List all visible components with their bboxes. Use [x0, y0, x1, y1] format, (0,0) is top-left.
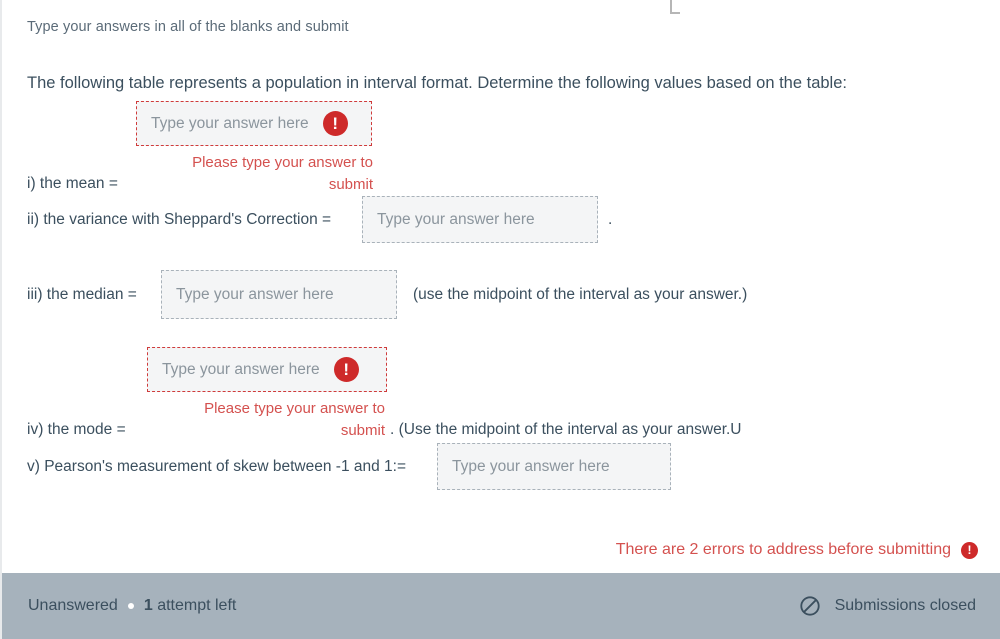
answer-blank-mean-placeholder: Type your answer here — [151, 114, 309, 132]
submissions-closed-label: Submissions closed — [834, 597, 976, 614]
question-label-mean: i) the mean = — [27, 175, 118, 192]
separator-dot-icon — [127, 603, 134, 609]
answer-blank-variance-placeholder: Type your answer here — [377, 210, 535, 228]
exclamation-circle-icon: ! — [333, 357, 359, 382]
exclamation-circle-icon: ! — [961, 541, 978, 559]
assignment-page: Type your answers in all of the blanks a… — [0, 0, 1000, 639]
attempts-remaining: 1 attempt left — [144, 597, 237, 615]
question-label-mode: iv) the mode = — [27, 421, 126, 438]
submissions-status-group: Submissions closed — [799, 595, 976, 617]
error-summary: There are 2 errors to address before sub… — [616, 541, 978, 559]
status-badge: Unanswered — [28, 597, 118, 614]
question-prompt: The following table represents a populat… — [27, 74, 847, 92]
corner-mark-icon — [670, 0, 680, 14]
ban-icon — [799, 596, 820, 616]
status-footer: Unanswered 1 attempt left Submissions cl… — [2, 573, 1000, 639]
question-suffix-variance: . — [608, 211, 613, 228]
attempts-count: 1 — [143, 597, 153, 614]
error-summary-text: There are 2 errors to address before sub… — [615, 541, 951, 558]
answer-blank-skew[interactable]: Type your answer here — [437, 443, 671, 490]
error-message-mean: Please type your answer to submit — [192, 154, 373, 193]
question-label-skew: v) Pearson's measurement of skew between… — [27, 458, 407, 475]
answer-blank-variance[interactable]: Type your answer here — [362, 196, 598, 243]
answer-blank-skew-placeholder: Type your answer here — [452, 457, 610, 475]
footer-status-group: Unanswered 1 attempt left — [28, 597, 236, 615]
answer-blank-mean[interactable]: Type your answer here ! — [136, 101, 372, 146]
answer-blank-median[interactable]: Type your answer here — [161, 270, 397, 319]
question-label-variance: ii) the variance with Sheppard's Correct… — [27, 211, 332, 228]
answer-blank-mode[interactable]: Type your answer here ! — [147, 347, 387, 392]
answer-blank-mode-placeholder: Type your answer here — [162, 360, 320, 378]
question-suffix-mode: . (Use the midpoint of the interval as y… — [390, 421, 742, 438]
instructions-text: Type your answers in all of the blanks a… — [27, 19, 349, 35]
question-suffix-median: (use the midpoint of the interval as you… — [413, 286, 748, 303]
question-content-area: Type your answers in all of the blanks a… — [2, 0, 1000, 573]
question-label-median: iii) the median = — [27, 286, 137, 303]
attempts-label: attempt left — [157, 597, 237, 614]
exclamation-circle-icon: ! — [322, 111, 348, 136]
error-message-mode: Please type your answer to submit — [204, 400, 385, 439]
answer-blank-median-placeholder: Type your answer here — [176, 285, 334, 303]
